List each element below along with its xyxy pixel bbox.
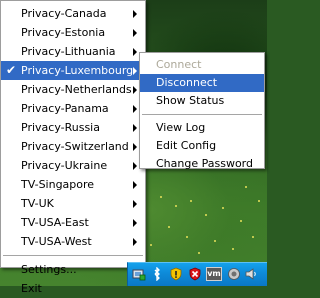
menu-item-label: Privacy-Luxembourg	[21, 64, 134, 77]
wallpaper-flower	[186, 236, 188, 238]
menu-item-label: TV-USA-West	[21, 235, 92, 248]
wallpaper-flower	[198, 252, 200, 254]
menu-item-label: Connect	[156, 58, 202, 71]
menu-item-label: Change Password	[156, 157, 253, 170]
menu-item-label: Show Status	[156, 94, 225, 107]
menu-item-privacy-estonia[interactable]: Privacy-Estonia	[1, 23, 145, 42]
menu-item-label: TV-Singapore	[21, 178, 95, 191]
menu-item-change-password[interactable]: Change Password	[140, 155, 264, 173]
submenu-arrow-icon	[133, 67, 137, 75]
security-shield-icon[interactable]	[169, 267, 183, 281]
wallpaper-flower	[222, 207, 224, 209]
menu-item-label: Privacy-Canada	[21, 7, 107, 20]
menu-item-privacy-canada[interactable]: Privacy-Canada	[1, 4, 145, 23]
wallpaper-flower	[240, 220, 242, 222]
antivirus-icon[interactable]	[188, 267, 202, 281]
menu-item-label: Settings...	[21, 263, 77, 276]
wallpaper-flower	[205, 214, 207, 216]
submenu-arrow-icon	[133, 86, 137, 94]
wallpaper-flower	[175, 205, 177, 207]
menu-item-privacy-lithuania[interactable]: Privacy-Lithuania	[1, 42, 145, 61]
submenu-arrow-icon	[133, 124, 137, 132]
menu-item-label: TV-UK	[21, 197, 54, 210]
menu-item-privacy-luxembourg[interactable]: ✔ Privacy-Luxembourg	[1, 61, 145, 80]
menu-item-privacy-netherlands[interactable]: Privacy-Netherlands	[1, 80, 145, 99]
wallpaper-flower	[232, 248, 234, 250]
submenu-arrow-icon	[133, 10, 137, 18]
wallpaper-flower	[168, 226, 170, 228]
menu-item-label: Privacy-Estonia	[21, 26, 106, 39]
menu-item-tv-usa-west[interactable]: TV-USA-West	[1, 232, 145, 251]
bluetooth-icon[interactable]	[150, 266, 164, 282]
connection-submenu: Connect Disconnect Show Status View Log …	[139, 52, 265, 170]
menu-item-privacy-ukraine[interactable]: Privacy-Ukraine	[1, 156, 145, 175]
submenu-arrow-icon	[133, 29, 137, 37]
submenu-arrow-icon	[133, 105, 137, 113]
menu-item-label: Privacy-Switzerland	[21, 140, 129, 153]
menu-separator	[3, 255, 143, 256]
menu-item-privacy-switzerland[interactable]: Privacy-Switzerland	[1, 137, 145, 156]
menu-item-tv-uk[interactable]: TV-UK	[1, 194, 145, 213]
submenu-arrow-icon	[133, 219, 137, 227]
menu-item-label: Edit Config	[156, 139, 217, 152]
menu-item-label: View Log	[156, 121, 206, 134]
checkmark-icon: ✔	[5, 63, 17, 77]
submenu-arrow-icon	[133, 181, 137, 189]
menu-item-connect: Connect	[140, 56, 264, 74]
menu-item-label: Privacy-Lithuania	[21, 45, 116, 58]
menu-item-disconnect[interactable]: Disconnect	[140, 74, 264, 92]
menu-item-tv-singapore[interactable]: TV-Singapore	[1, 175, 145, 194]
menu-item-label: Privacy-Russia	[21, 121, 100, 134]
menu-item-privacy-panama[interactable]: Privacy-Panama	[1, 99, 145, 118]
menu-item-exit[interactable]: Exit	[1, 279, 145, 298]
menu-item-tv-usa-east[interactable]: TV-USA-East	[1, 213, 145, 232]
menu-item-settings[interactable]: Settings...	[1, 260, 145, 279]
menu-item-privacy-russia[interactable]: Privacy-Russia	[1, 118, 145, 137]
submenu-arrow-icon	[133, 200, 137, 208]
menu-item-view-log[interactable]: View Log	[140, 119, 264, 137]
submenu-arrow-icon	[133, 143, 137, 151]
wallpaper-flower	[245, 186, 247, 188]
speaker-icon[interactable]	[244, 267, 258, 281]
menu-item-show-status[interactable]: Show Status	[140, 92, 264, 110]
submenu-arrow-icon	[133, 238, 137, 246]
menu-item-label: Privacy-Panama	[21, 102, 109, 115]
wallpaper-flower	[160, 196, 162, 198]
menu-item-edit-config[interactable]: Edit Config	[140, 137, 264, 155]
submenu-arrow-icon	[133, 48, 137, 56]
system-tray: vm	[127, 262, 267, 286]
submenu-arrow-icon	[133, 162, 137, 170]
wallpaper-flower	[190, 200, 192, 202]
openvpn-context-menu: Privacy-Canada Privacy-Estonia Privacy-L…	[0, 0, 146, 295]
wallpaper-flower	[252, 236, 254, 238]
menu-item-label: Exit	[21, 282, 42, 295]
menu-item-label: Disconnect	[156, 76, 218, 89]
openvpn-tray-icon[interactable]	[132, 267, 146, 281]
menu-item-label: Privacy-Ukraine	[21, 159, 108, 172]
network-icon[interactable]	[227, 267, 241, 281]
wallpaper-flower	[150, 244, 152, 246]
menu-item-label: Privacy-Netherlands	[21, 83, 132, 96]
menu-item-label: TV-USA-East	[21, 216, 89, 229]
wallpaper-flower	[214, 240, 216, 242]
wallpaper-flower	[258, 200, 260, 202]
menu-separator	[142, 114, 262, 115]
vmware-icon[interactable]: vm	[206, 267, 222, 281]
